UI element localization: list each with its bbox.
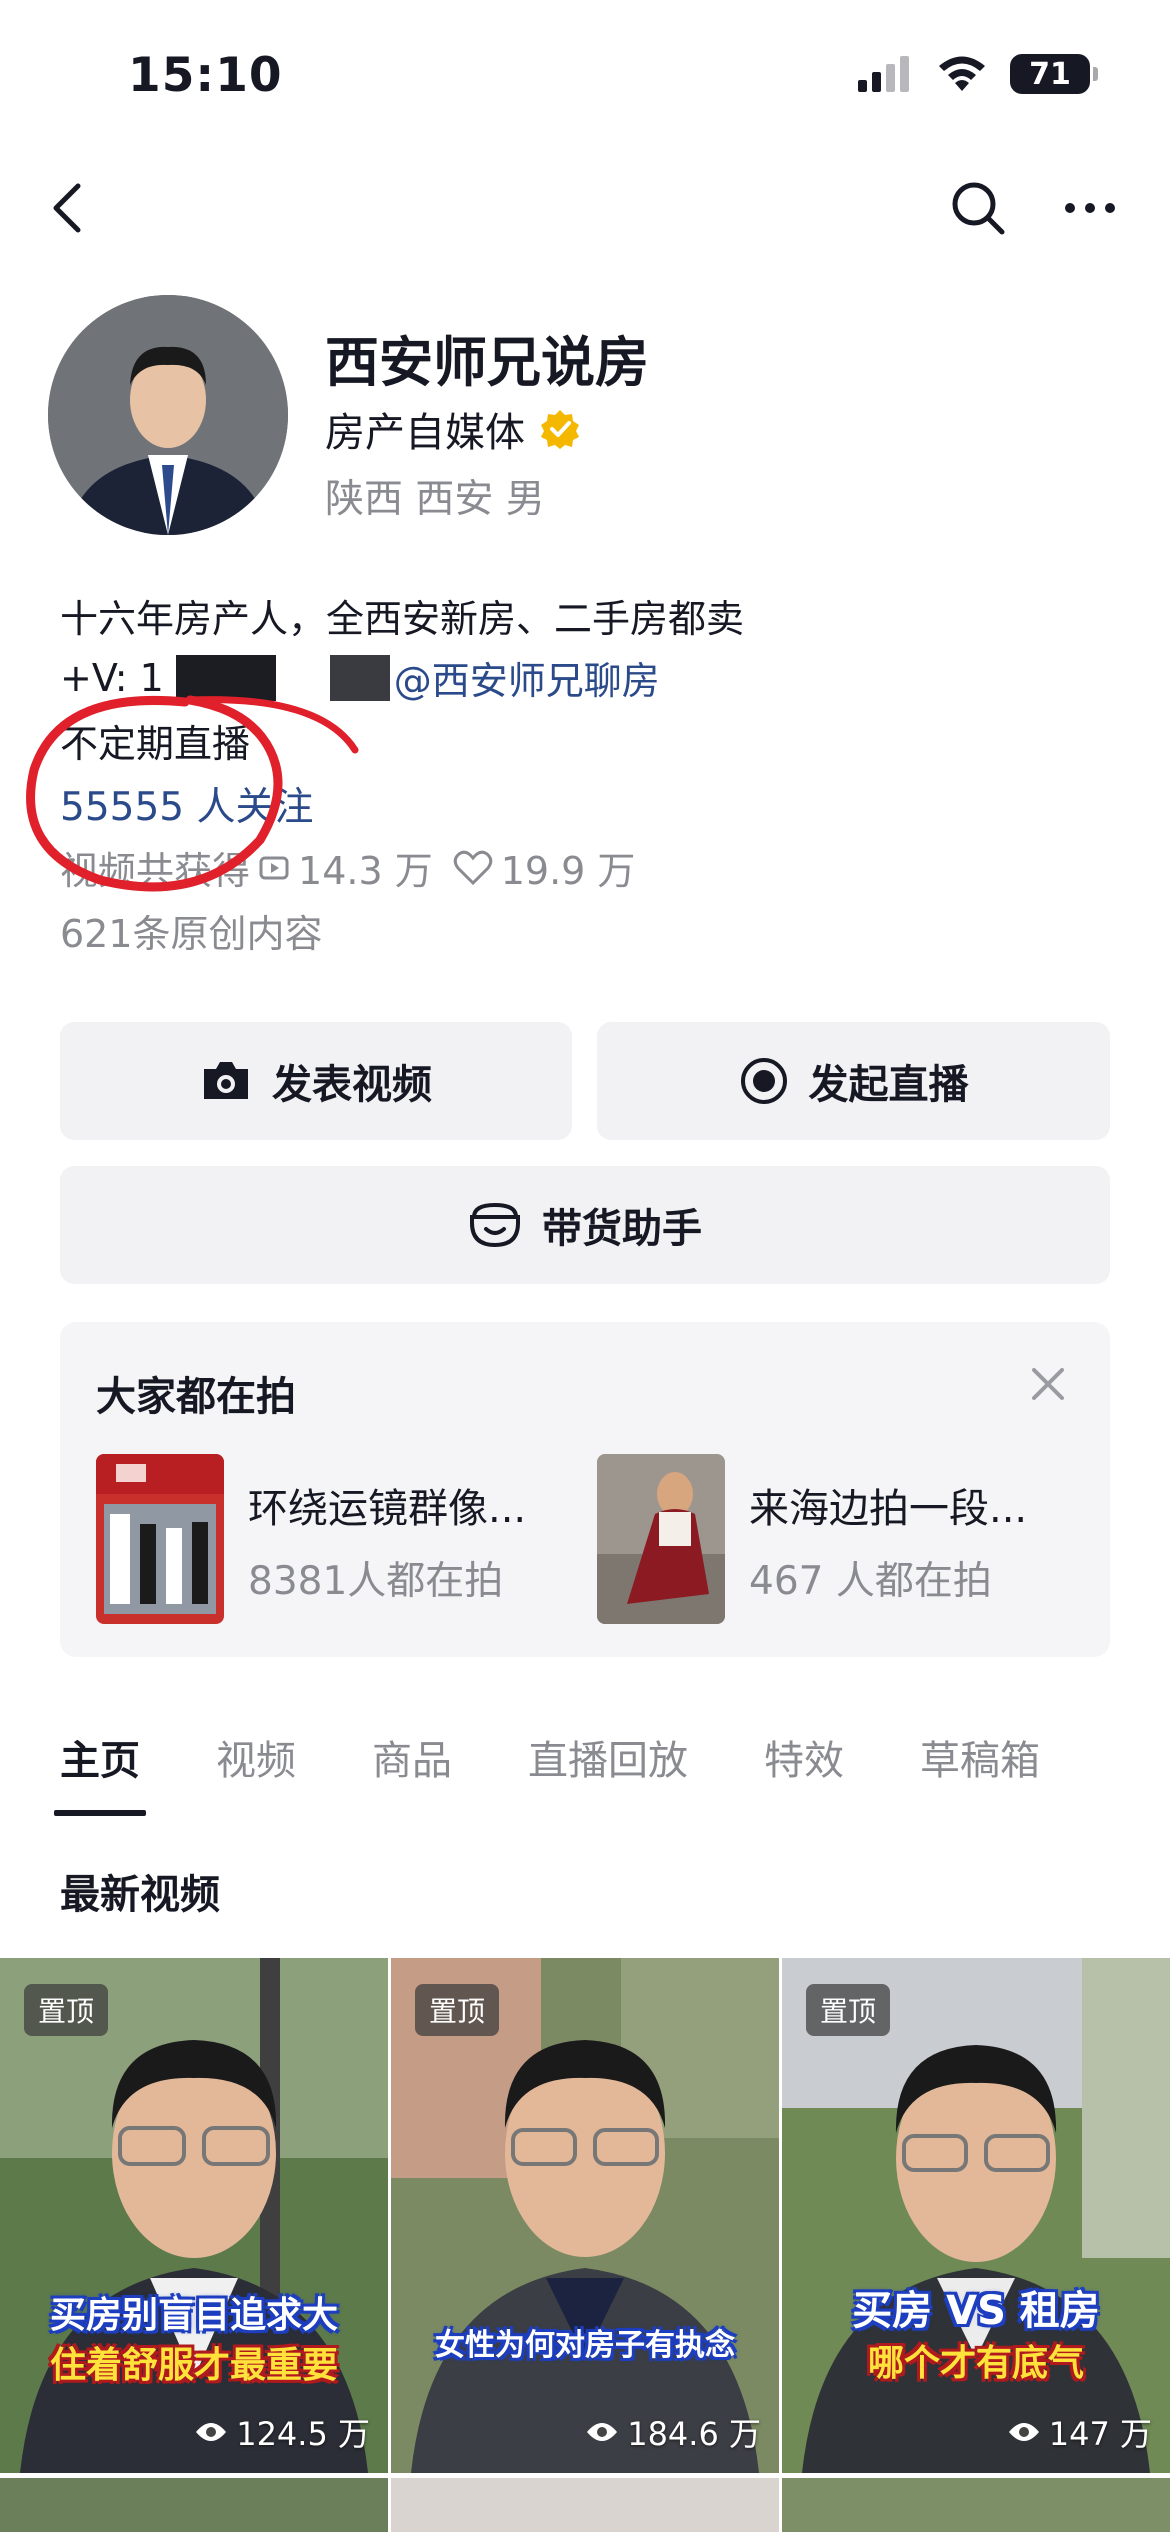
pinned-badge: 置顶 (24, 1984, 109, 2036)
video-card-partial[interactable] (391, 2478, 779, 2532)
mention-link[interactable]: @西安师兄聊房 (394, 650, 660, 705)
bio-line-3: 不定期直播 (60, 722, 251, 766)
tab-drafts[interactable]: 草稿箱 (920, 1728, 1040, 1786)
video-card[interactable]: 置顶 买房别盲目追求大 住着舒服才最重要 124.5 万 (0, 1958, 388, 2473)
views-count: 124.5 万 (194, 2409, 370, 2455)
play-icon (259, 856, 289, 879)
tab-products[interactable]: 商品 (372, 1728, 452, 1786)
close-icon[interactable] (1028, 1364, 1068, 1404)
trending-item-name: 环绕运镜群像... (248, 1486, 527, 1532)
video-card-partial[interactable] (0, 2478, 388, 2532)
redaction-block (329, 654, 390, 701)
pinned-badge: 置顶 (806, 1984, 891, 2036)
search-icon[interactable] (948, 178, 1008, 238)
more-icon[interactable] (1060, 178, 1120, 238)
tab-effects[interactable]: 特效 (764, 1728, 844, 1786)
video-caption: 哪个才有底气 (867, 2343, 1084, 2384)
avatar-portrait (48, 295, 288, 535)
post-video-label: 发表视频 (272, 1062, 432, 1108)
back-icon[interactable] (44, 178, 94, 238)
live-record-icon (740, 1058, 787, 1104)
trending-title: 大家都在拍 (96, 1374, 296, 1420)
profession-label: 房产自媒体 (325, 410, 525, 456)
status-time: 15:10 (128, 48, 283, 103)
bio-contact-prefix: +V: 1 (60, 655, 164, 700)
location-label: 陕西 西安 男 (325, 477, 545, 522)
video-caption: 买房 VS 租房 (852, 2288, 1100, 2334)
wifi-icon (939, 56, 985, 91)
bio-line-2: +V: 1 @西安师兄聊房 (60, 650, 660, 705)
eye-icon (1008, 2423, 1039, 2441)
trending-thumbnail (597, 1454, 725, 1624)
tab-live-replay[interactable]: 直播回放 (528, 1728, 688, 1786)
views-count: 147 万 (1007, 2409, 1152, 2455)
camera-icon (204, 1062, 248, 1099)
followers-count[interactable]: 55555 人关注 (60, 776, 313, 832)
post-video-button[interactable]: 发表视频 (60, 1022, 572, 1140)
stats-line: 视频共获得 14.3 万 19.9 万 (60, 840, 635, 895)
trending-thumbnail (96, 1454, 224, 1624)
trending-item-count: 8381人都在拍 (248, 1559, 504, 1604)
eye-icon (196, 2423, 227, 2441)
cellular-signal-icon (858, 56, 909, 92)
sales-assistant-label: 带货助手 (542, 1206, 702, 1252)
views-count-label: 124.5 万 (236, 2415, 370, 2453)
views-count: 184.6 万 (585, 2409, 761, 2455)
trending-item-name: 来海边拍一段... (749, 1486, 1028, 1532)
stats-prefix: 视频共获得 (60, 849, 251, 893)
originals-count: 621条原创内容 (60, 912, 323, 956)
battery-indicator: 71 (1010, 54, 1098, 94)
likes-count: 19.9 万 (500, 849, 636, 893)
video-card[interactable]: 置顶 买房 VS 租房 哪个才有底气 147 万 (782, 1958, 1170, 2473)
plays-count: 14.3 万 (298, 849, 433, 893)
verified-badge-icon (541, 410, 579, 449)
avatar[interactable] (48, 295, 288, 535)
bio-line-1: 十六年房产人，全西安新房、二手房都卖 (60, 597, 745, 641)
video-caption: 买房别盲目追求大 (49, 2295, 338, 2336)
status-icons: 71 (858, 54, 1098, 94)
trending-card: 大家都在拍 环绕运镜群像... 8381人都在拍 来海边拍一段... 467 人… (60, 1322, 1110, 1657)
shop-assistant-icon (470, 1202, 520, 1248)
views-count-label: 147 万 (1048, 2415, 1152, 2453)
tab-home[interactable]: 主页 (54, 1728, 146, 1816)
trending-item-count: 467 人都在拍 (749, 1559, 992, 1604)
video-card[interactable]: 置顶 女性为何对房子有执念 184.6 万 (391, 1958, 779, 2473)
pinned-badge: 置顶 (415, 1984, 500, 2036)
start-live-button[interactable]: 发起直播 (597, 1022, 1110, 1140)
tab-videos[interactable]: 视频 (216, 1728, 296, 1786)
start-live-label: 发起直播 (808, 1062, 969, 1108)
video-caption: 住着舒服才最重要 (49, 2345, 338, 2386)
profile-name: 西安师兄说房 (325, 331, 649, 394)
eye-icon (587, 2423, 618, 2441)
video-caption: 女性为何对房子有执念 (435, 2328, 735, 2363)
video-card-partial[interactable] (782, 2478, 1170, 2532)
views-count-label: 184.6 万 (627, 2415, 761, 2453)
trending-item[interactable]: 环绕运镜群像... 8381人都在拍 (96, 1454, 566, 1624)
heart-icon (453, 850, 492, 885)
sales-assistant-button[interactable]: 带货助手 (60, 1166, 1110, 1284)
section-title: 最新视频 (60, 1872, 220, 1918)
trending-item[interactable]: 来海边拍一段... 467 人都在拍 (597, 1454, 1077, 1624)
profession-line: 房产自媒体 (325, 400, 581, 458)
redaction-block (175, 654, 276, 701)
profile-tabs: 主页 视频 商品 直播回放 特效 草稿箱 (54, 1728, 1116, 1816)
